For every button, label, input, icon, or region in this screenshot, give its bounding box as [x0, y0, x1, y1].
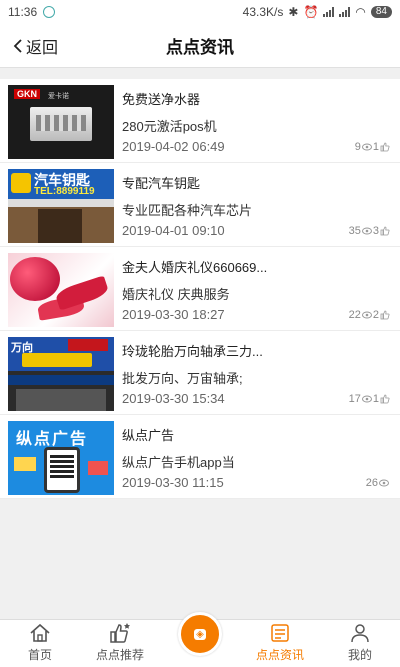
item-stats: 9 1	[355, 141, 390, 153]
tab-label: 点点资讯	[255, 648, 304, 662]
item-subtitle: 专业匹配各种汽车芯片	[122, 203, 253, 218]
item-subtitle: 280元激活pos机	[122, 119, 217, 134]
water-purifier-image	[30, 107, 92, 141]
network-speed: 43.3K/s	[242, 5, 284, 19]
item-stats: 35 3	[349, 225, 390, 237]
eye-icon	[361, 311, 372, 319]
tab-center[interactable]: ◈	[160, 612, 240, 667]
like-count: 2	[372, 309, 379, 321]
tab-label: 点点推荐	[95, 648, 144, 662]
item-stats: 17 1	[349, 393, 390, 405]
item-stats: 26	[366, 477, 390, 489]
item-subtitle: 纵点广告手机app当	[122, 455, 235, 470]
list-item[interactable]: 汽车钥匙 TEL:8899119 专配汽车钥匙 专业匹配各种汽车芯片 2019-…	[0, 163, 400, 247]
tab-news[interactable]: 点点资讯	[240, 620, 320, 667]
item-stats: 22 2	[349, 309, 390, 321]
page-header: 返回 点点资讯	[0, 24, 400, 68]
view-count: 22	[348, 309, 361, 321]
thumbs-up-star-icon	[110, 623, 130, 643]
item-thumbnail	[8, 253, 114, 327]
bottom-navigation: 首页 点点推荐 ◈ 点点资讯 我的	[0, 612, 400, 667]
item-thumbnail: 万向	[8, 337, 114, 411]
item-date: 2019-04-01 09:10	[122, 223, 225, 238]
item-thumbnail: GKN 爱卡诺	[8, 85, 114, 159]
view-count: 26	[365, 477, 378, 489]
thumbs-up-icon	[380, 226, 390, 236]
item-title: 玲珑轮胎万向轴承三力...	[122, 344, 263, 359]
item-date: 2019-03-30 11:15	[122, 475, 224, 490]
thumbs-up-icon	[380, 394, 390, 404]
list-item[interactable]: GKN 爱卡诺 免费送净水器 280元激活pos机 2019-04-02 06:…	[0, 79, 400, 163]
item-thumbnail: 纵点广告	[8, 421, 114, 495]
like-count: 3	[372, 225, 379, 237]
news-icon	[271, 624, 289, 642]
tab-mine[interactable]: 我的	[320, 620, 400, 667]
thumbs-up-icon	[380, 142, 390, 152]
user-icon	[351, 624, 369, 643]
item-subtitle: 批发万向、万宙轴承;	[122, 371, 243, 386]
red-balloon-image	[10, 257, 60, 301]
app-notification-icon	[43, 6, 56, 18]
item-title: 免费送净水器	[122, 92, 201, 107]
page-title: 点点资讯	[166, 38, 234, 57]
battery-indicator: 84	[370, 6, 392, 18]
chevron-left-icon	[13, 39, 22, 53]
center-logo-icon: ◈	[178, 612, 222, 656]
tab-home[interactable]: 首页	[0, 620, 80, 667]
phone-qr-image	[44, 447, 80, 493]
like-count: 1	[372, 141, 379, 153]
thumb-header-text: 纵点广告	[16, 431, 89, 448]
thumb-brand-text: GKN	[14, 89, 40, 99]
eye-icon	[361, 143, 372, 151]
home-icon	[30, 623, 50, 642]
eye-icon	[361, 227, 372, 235]
signal-icon-2	[339, 7, 351, 17]
item-title: 金夫人婚庆礼仪660669...	[122, 260, 268, 275]
tab-recommend[interactable]: 点点推荐	[80, 620, 160, 667]
list-item[interactable]: 万向 玲珑轮胎万向轴承三力... 批发万向、万宙轴承; 2019-03-30 1…	[0, 331, 400, 415]
eye-icon	[379, 479, 389, 487]
view-count: 17	[348, 393, 361, 405]
bluetooth-icon: ✱	[288, 5, 299, 19]
thumbs-up-icon	[380, 310, 390, 320]
item-thumbnail: 汽车钥匙 TEL:8899119	[8, 169, 114, 243]
tab-label: 首页	[27, 648, 52, 662]
item-title: 纵点广告	[122, 428, 175, 443]
status-time: 11:36	[8, 5, 38, 19]
item-title: 专配汽车钥匙	[122, 176, 201, 191]
item-date: 2019-03-30 15:34	[122, 391, 225, 406]
view-count: 35	[348, 225, 361, 237]
thumb-tel-text: TEL:8899119	[34, 186, 95, 197]
tab-label: 我的	[347, 648, 372, 662]
news-list: GKN 爱卡诺 免费送净水器 280元激活pos机 2019-04-02 06:…	[0, 79, 400, 499]
signal-icon	[323, 7, 335, 17]
item-date: 2019-04-02 06:49	[122, 139, 225, 154]
back-button[interactable]: 返回	[12, 24, 58, 68]
like-count: 1	[372, 393, 379, 405]
key-logo-icon	[11, 173, 31, 193]
back-label: 返回	[26, 40, 59, 57]
item-date: 2019-03-30 18:27	[122, 307, 225, 322]
thumb-tag-text: 爱卡诺	[48, 93, 69, 100]
item-subtitle: 婚庆礼仪 庆典服务	[122, 287, 230, 302]
list-item[interactable]: 纵点广告 纵点广告 纵点广告手机app当 2019-03-30 11:15 26	[0, 415, 400, 499]
wifi-icon: ◠	[355, 5, 366, 19]
view-count: 9	[354, 141, 361, 153]
eye-icon	[361, 395, 372, 403]
status-bar: 11:36 43.3K/s ✱ ⏰ ◠ 84	[0, 0, 400, 24]
list-item[interactable]: 金夫人婚庆礼仪660669... 婚庆礼仪 庆典服务 2019-03-30 18…	[0, 247, 400, 331]
alarm-icon: ⏰	[303, 5, 319, 19]
